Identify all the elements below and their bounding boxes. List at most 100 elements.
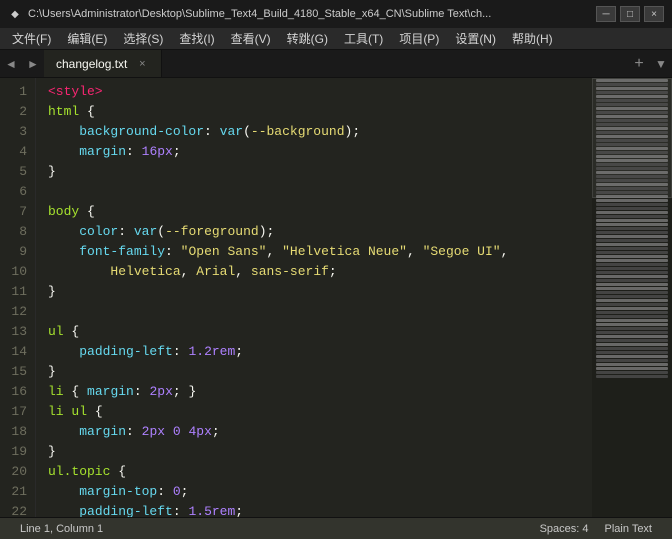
title-text: C:\Users\Administrator\Desktop\Sublime_T… — [28, 8, 588, 20]
minimap-line — [596, 147, 668, 150]
code-line: margin-top: 0; — [48, 482, 592, 502]
code-line: } — [48, 362, 592, 382]
minimap-line — [596, 335, 668, 338]
minimap-line — [596, 243, 668, 246]
minimap-line — [596, 251, 668, 254]
minimap-line — [596, 287, 668, 290]
code-line: html { — [48, 102, 592, 122]
line-number: 7 — [8, 202, 27, 222]
minimap-line — [596, 83, 668, 86]
menu-file[interactable]: 文件(F) — [4, 28, 59, 49]
menu-tools[interactable]: 工具(T) — [336, 28, 391, 49]
minimap-line — [596, 199, 668, 202]
status-position[interactable]: Line 1, Column 1 — [12, 523, 111, 535]
code-line: } — [48, 442, 592, 462]
tab-close-button[interactable]: × — [135, 57, 149, 71]
code-line: background-color: var(--background); — [48, 122, 592, 142]
menu-edit[interactable]: 编辑(E) — [59, 28, 115, 49]
line-number: 2 — [8, 102, 27, 122]
tab-filename: changelog.txt — [56, 57, 127, 71]
tab-bar: ◄ ► changelog.txt × + ▼ — [0, 50, 672, 78]
minimap-line — [596, 271, 668, 274]
minimap-line — [596, 299, 668, 302]
minimap-line — [596, 87, 668, 90]
minimap-line — [596, 95, 668, 98]
minimap-line — [596, 135, 668, 138]
code-line — [48, 302, 592, 322]
code-line: body { — [48, 202, 592, 222]
line-number: 6 — [8, 182, 27, 202]
minimap-line — [596, 179, 668, 182]
new-tab-button[interactable]: + — [628, 50, 650, 77]
minimap-line — [596, 319, 668, 322]
code-line: li ul { — [48, 402, 592, 422]
line-number: 18 — [8, 422, 27, 442]
code-line: font-family: "Open Sans", "Helvetica Neu… — [48, 242, 592, 262]
code-line: ul { — [48, 322, 592, 342]
minimap-line — [596, 159, 668, 162]
minimap-line — [596, 123, 668, 126]
minimap-line — [596, 231, 668, 234]
close-button[interactable]: × — [644, 6, 664, 22]
code-line: ul.topic { — [48, 462, 592, 482]
minimap-line — [596, 191, 668, 194]
menu-bar: 文件(F) 编辑(E) 选择(S) 查找(I) 查看(V) 转跳(G) 工具(T… — [0, 28, 672, 50]
tab-prev-button[interactable]: ◄ — [0, 50, 22, 77]
minimap-line — [596, 79, 668, 82]
code-editor[interactable]: <style>html { background-color: var(--ba… — [36, 78, 592, 517]
menu-find[interactable]: 查找(I) — [171, 28, 222, 49]
minimap-line — [596, 171, 668, 174]
menu-view[interactable]: 查看(V) — [223, 28, 279, 49]
minimap-line — [596, 255, 668, 258]
minimap-line — [596, 363, 668, 366]
minimap-line — [596, 339, 668, 342]
line-number: 8 — [8, 222, 27, 242]
app-icon: ◆ — [8, 7, 22, 21]
minimap-line — [596, 227, 668, 230]
menu-project[interactable]: 项目(P) — [391, 28, 447, 49]
tab-dropdown-button[interactable]: ▼ — [650, 50, 672, 77]
minimap-content — [592, 79, 672, 517]
line-number: 21 — [8, 482, 27, 502]
minimap-line — [596, 283, 668, 286]
code-line: padding-left: 1.5rem; — [48, 502, 592, 517]
menu-select[interactable]: 选择(S) — [115, 28, 171, 49]
minimap-line — [596, 343, 668, 346]
minimap-line — [596, 203, 668, 206]
minimap-line — [596, 315, 668, 318]
code-line: color: var(--foreground); — [48, 222, 592, 242]
minimap-line — [596, 187, 668, 190]
status-syntax[interactable]: Plain Text — [597, 523, 661, 535]
code-line: <style> — [48, 82, 592, 102]
minimap-line — [596, 375, 668, 378]
minimap-line — [596, 223, 668, 226]
code-line: li { margin: 2px; } — [48, 382, 592, 402]
code-line: } — [48, 282, 592, 302]
minimize-button[interactable]: ─ — [596, 6, 616, 22]
tab-changelog[interactable]: changelog.txt × — [44, 50, 162, 77]
menu-help[interactable]: 帮助(H) — [504, 28, 561, 49]
line-number: 11 — [8, 282, 27, 302]
editor-area: 1234567891011121314151617181920212223242… — [0, 78, 672, 517]
minimap-line — [596, 163, 668, 166]
status-spaces[interactable]: Spaces: 4 — [532, 523, 597, 535]
minimap-line — [596, 143, 668, 146]
line-number: 14 — [8, 342, 27, 362]
maximize-button[interactable]: □ — [620, 6, 640, 22]
minimap-line — [596, 175, 668, 178]
minimap[interactable] — [592, 78, 672, 517]
minimap-line — [596, 359, 668, 362]
tab-next-button[interactable]: ► — [22, 50, 44, 77]
minimap-line — [596, 247, 668, 250]
minimap-line — [596, 351, 668, 354]
minimap-line — [596, 183, 668, 186]
minimap-line — [596, 91, 668, 94]
line-number: 22 — [8, 502, 27, 517]
minimap-line — [596, 127, 668, 130]
minimap-line — [596, 275, 668, 278]
menu-settings[interactable]: 设置(N) — [447, 28, 504, 49]
window-controls: ─ □ × — [596, 6, 664, 22]
minimap-line — [596, 355, 668, 358]
menu-goto[interactable]: 转跳(G) — [279, 28, 336, 49]
title-bar: ◆ C:\Users\Administrator\Desktop\Sublime… — [0, 0, 672, 28]
